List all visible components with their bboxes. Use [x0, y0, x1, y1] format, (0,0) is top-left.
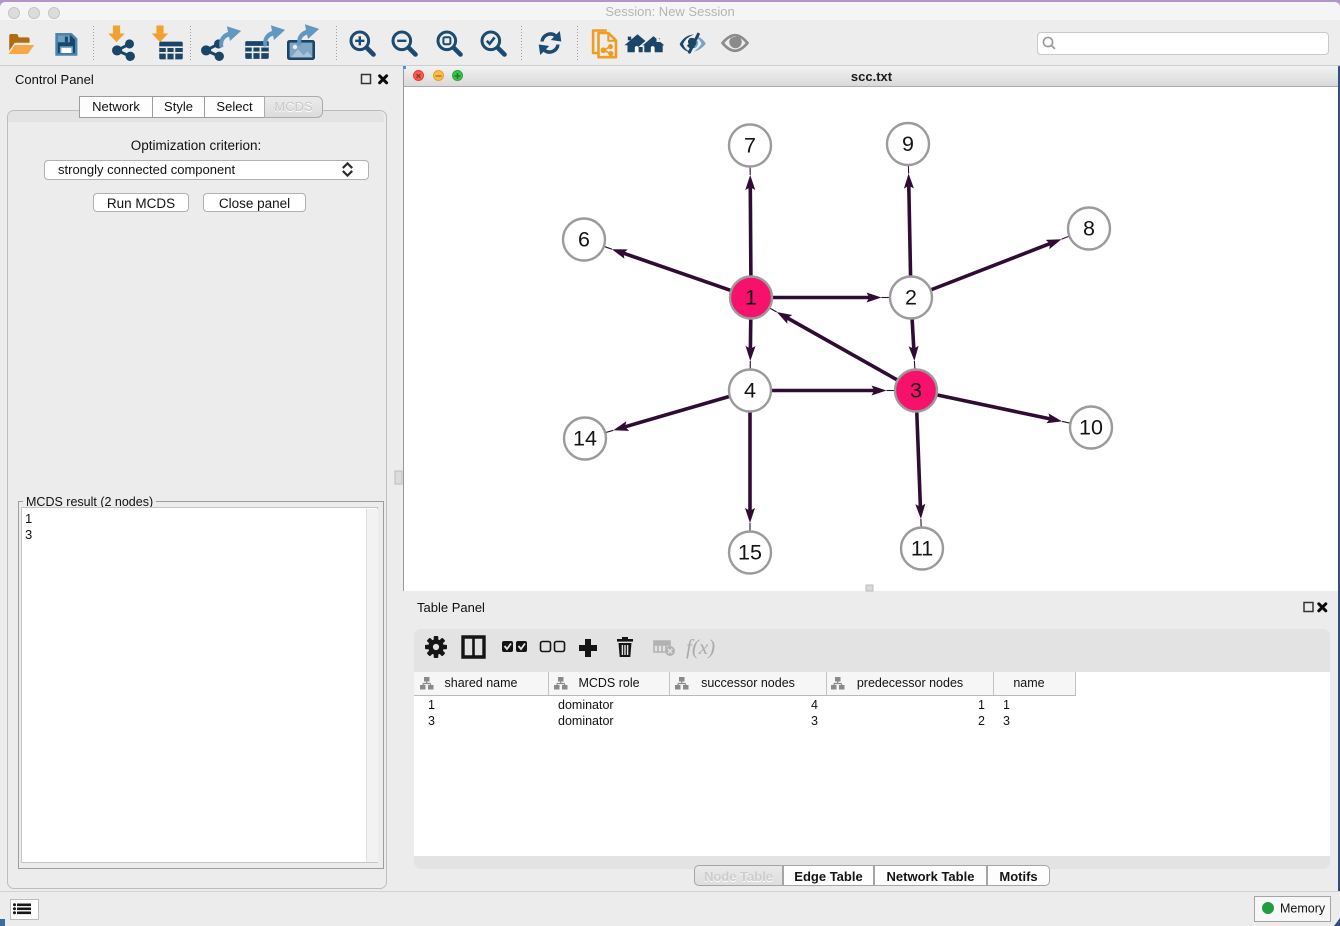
svg-text:Memory: Memory — [1280, 902, 1326, 916]
